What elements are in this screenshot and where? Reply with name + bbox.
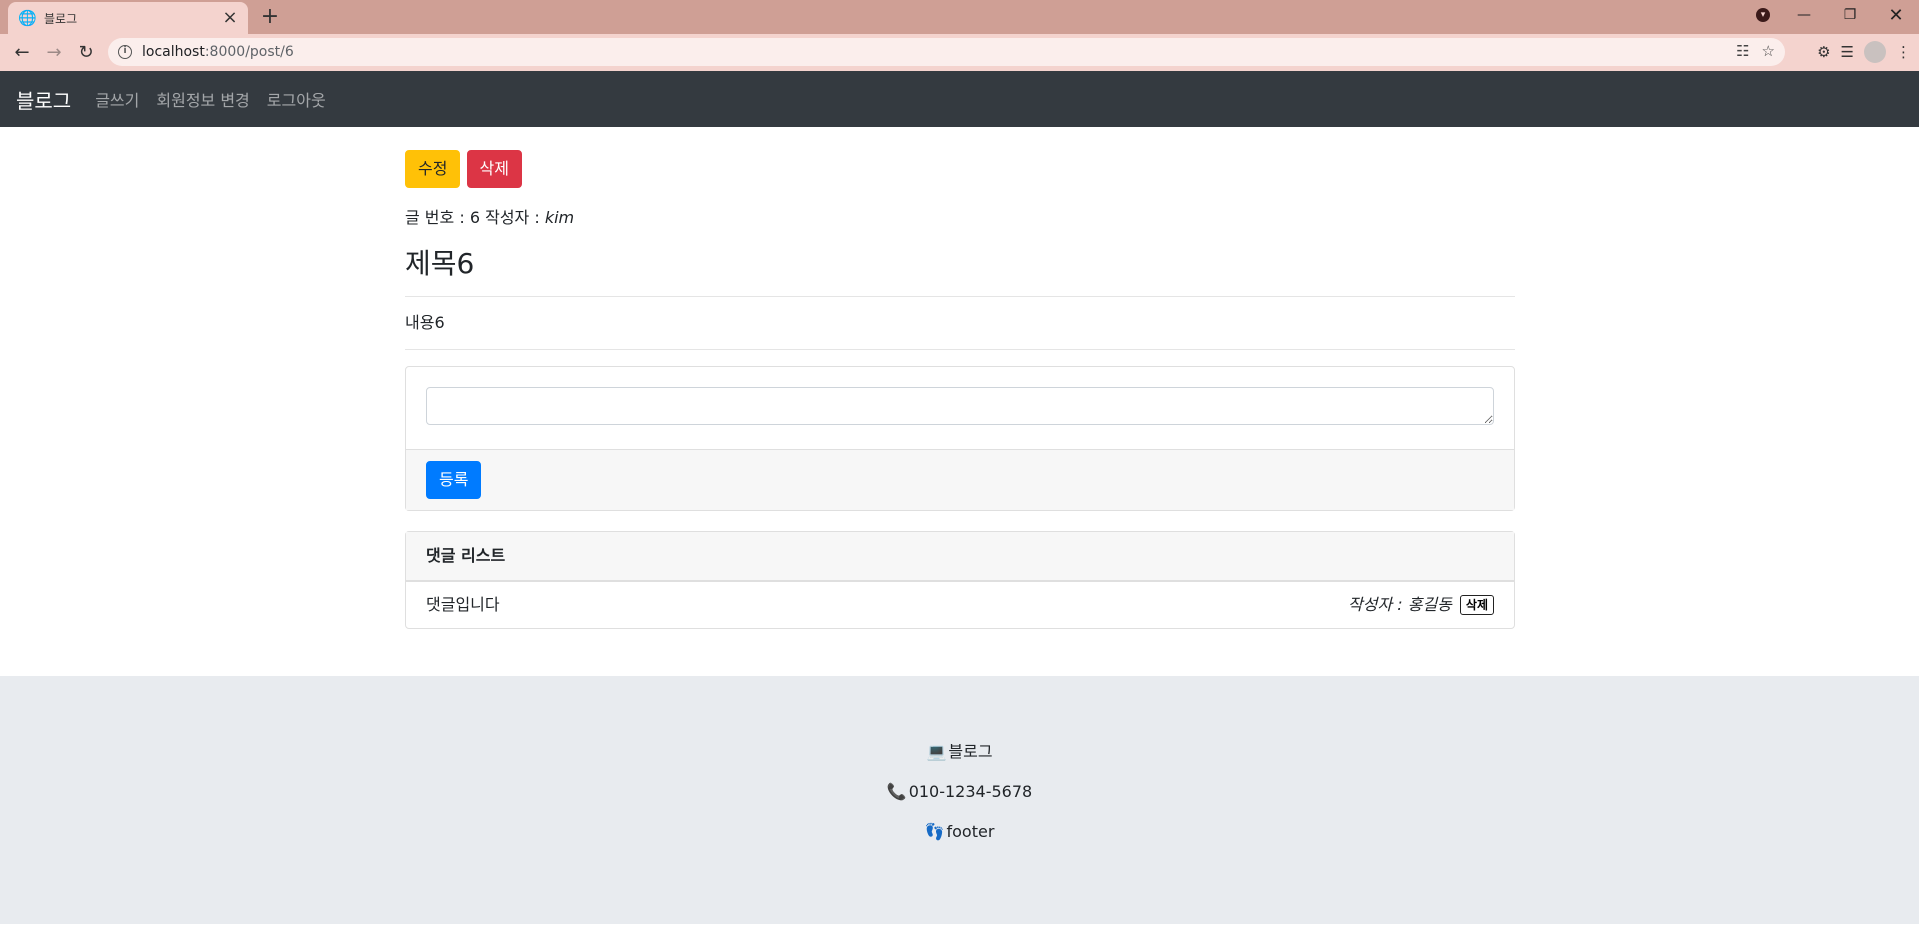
reply-author: 작성자 : 홍길동 — [1348, 595, 1452, 614]
restore-icon[interactable]: ❐ — [1827, 0, 1873, 30]
footer-site-text: 블로그 — [948, 742, 993, 761]
browser-toolbar: ← → ↻ i localhost:8000/post/6 ☷ ☆ ⚙ ☰ ⋮ — [0, 34, 1919, 71]
globe-icon: 🌐 — [18, 9, 37, 27]
post-detail-container: 수정 삭제 글 번호 : 6 작성자 : kim 제목6 내용6 등록 댓글 리… — [405, 127, 1515, 629]
new-tab-icon[interactable]: + — [258, 4, 282, 30]
navbar-brand[interactable]: 블로그 — [16, 85, 71, 114]
reply-list-header: 댓글 리스트 — [406, 532, 1514, 581]
bookmark-star-icon[interactable]: ☆ — [1762, 42, 1775, 60]
translate-icon[interactable]: ☷ — [1736, 42, 1749, 60]
reply-content-input[interactable] — [426, 387, 1494, 425]
footer-site: 💻 블로그 — [0, 740, 1919, 764]
site-navbar: 블로그 글쓰기 회원정보 변경 로그아웃 — [0, 71, 1919, 127]
post-meta: 글 번호 : 6 작성자 : kim — [405, 206, 1515, 230]
back-icon[interactable]: ← — [8, 39, 36, 67]
reply-delete-button[interactable]: 삭제 — [1459, 595, 1494, 615]
reply-meta: 작성자 : 홍길동 삭제 — [1348, 593, 1494, 617]
browser-tab[interactable]: 🌐 블로그 × — [8, 2, 248, 34]
reply-form-footer: 등록 — [406, 449, 1514, 510]
reply-list-card: 댓글 리스트 댓글입니다 작성자 : 홍길동 삭제 — [405, 531, 1515, 629]
url-host: localhost — [142, 44, 205, 60]
post-number-label: 글 번호 : — [405, 208, 465, 227]
address-bar[interactable]: i localhost:8000/post/6 ☷ ☆ — [108, 38, 1785, 66]
phone-icon: 📞 — [886, 782, 907, 801]
menu-kebab-icon[interactable]: ⋮ — [1896, 43, 1911, 61]
site-footer: 💻 블로그 📞 010-1234-5678 👣 footer — [0, 676, 1919, 924]
reply-text: 댓글입니다 — [426, 595, 500, 614]
reply-form-card: 등록 — [405, 366, 1515, 511]
reply-submit-button[interactable]: 등록 — [426, 461, 482, 499]
footprint-icon: 👣 — [924, 822, 945, 841]
delete-button[interactable]: 삭제 — [466, 150, 522, 188]
post-actions: 수정 삭제 — [405, 150, 1515, 188]
reading-list-icon[interactable]: ☰ — [1841, 43, 1854, 61]
footer-phone-text: 010-1234-5678 — [908, 782, 1033, 801]
divider — [405, 349, 1515, 350]
post-number: 6 — [469, 208, 481, 227]
divider — [405, 296, 1515, 297]
minimize-icon[interactable]: — — [1781, 0, 1827, 30]
forward-icon[interactable]: → — [40, 39, 68, 67]
site-info-icon[interactable]: i — [118, 45, 132, 59]
reply-list-item: 댓글입니다 작성자 : 홍길동 삭제 — [406, 581, 1514, 628]
nav-link-write[interactable]: 글쓰기 — [95, 87, 139, 111]
extensions-puzzle-icon[interactable]: ⚙ — [1817, 43, 1830, 61]
tab-title: 블로그 — [44, 11, 78, 26]
profile-avatar-icon[interactable] — [1864, 41, 1886, 63]
post-author: kim — [544, 208, 575, 227]
post-content: 내용6 — [405, 313, 445, 332]
edit-button[interactable]: 수정 — [405, 150, 461, 188]
tab-close-icon[interactable]: × — [222, 9, 238, 27]
footer-text: 👣 footer — [0, 820, 1919, 844]
browser-tabbar: 🌐 블로그 × + ▾ — ❐ ✕ — [0, 0, 1919, 34]
close-window-icon[interactable]: ✕ — [1873, 0, 1919, 30]
post-author-label: 작성자 : — [485, 208, 540, 227]
profile-dropdown-icon[interactable]: ▾ — [1745, 0, 1781, 30]
nav-link-logout[interactable]: 로그아웃 — [267, 87, 326, 111]
url-path: :8000/post/6 — [204, 44, 294, 60]
footer-text-label: footer — [946, 822, 995, 841]
reply-form-body — [406, 367, 1514, 449]
post-title: 제목6 — [405, 247, 475, 280]
nav-link-user-update[interactable]: 회원정보 변경 — [156, 87, 249, 111]
laptop-icon: 💻 — [926, 742, 947, 761]
footer-phone: 📞 010-1234-5678 — [0, 780, 1919, 804]
reload-icon[interactable]: ↻ — [72, 39, 100, 67]
